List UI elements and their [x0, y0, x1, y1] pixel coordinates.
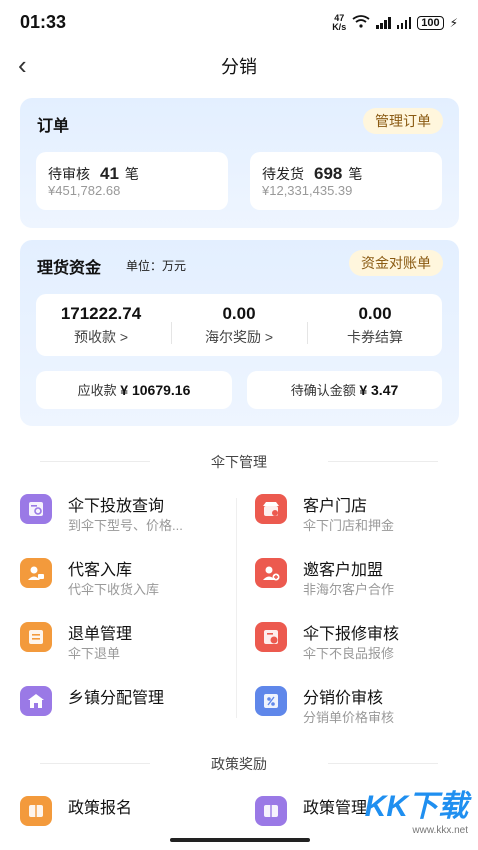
house-icon	[20, 686, 52, 716]
charging-icon: ⚡	[449, 16, 458, 30]
prepaid-col[interactable]: 171222.74 预收款 >	[36, 304, 166, 347]
menu-item-customer-store[interactable]: 客户门店 伞下门店和押金	[255, 492, 475, 542]
pending-ship-label: 待发货	[262, 166, 304, 182]
wifi-icon	[352, 15, 370, 31]
funds-card: 理货资金 单位：万元 资金对账单 171222.74 预收款 > 0.00 海尔奖励…	[20, 240, 459, 426]
funds-summary-box: 171222.74 预收款 > 0.00 海尔奖励 > 0.00 卡券结算	[36, 294, 442, 356]
pending-confirm-value: ¥ 3.47	[359, 382, 399, 398]
pending-ship-box[interactable]: 待发货 698 笔 ¥12,331,435.39	[250, 152, 442, 210]
signal-icon	[376, 17, 391, 29]
menu-item-price-review[interactable]: 分销价审核 分销单价格审核	[255, 684, 475, 734]
status-time: 01:33	[20, 12, 67, 32]
pending-ship-count: 698	[314, 164, 343, 183]
haier-reward-col[interactable]: 0.00 海尔奖励 >	[174, 304, 304, 347]
return-doc-icon	[20, 622, 52, 652]
status-bar: 01:33 47 K/s 100 ⚡	[0, 0, 478, 40]
menu-item-return-order[interactable]: 退单管理 伞下退单	[20, 620, 240, 670]
menu-item-invite-customer[interactable]: 邀客户加盟 非海尔客户合作	[255, 556, 475, 606]
menu-item-repair-review[interactable]: 伞下报修审核 伞下不良品报修	[255, 620, 475, 670]
pending-confirm-box[interactable]: 待确认金额 ¥ 3.47	[247, 371, 442, 409]
receivable-value: ¥ 10679.16	[120, 382, 191, 398]
battery-icon: 100	[417, 16, 444, 30]
menu-item-township-allocation[interactable]: 乡镇分配管理	[20, 684, 240, 734]
funds-unit: 单位：万元	[126, 259, 187, 273]
pending-review-label: 待审核	[48, 166, 90, 182]
policy-section-title: 政策奖励	[0, 754, 478, 774]
home-indicator[interactable]	[170, 838, 310, 842]
store-icon	[255, 494, 287, 524]
umbrella-section-title: 伞下管理	[0, 452, 478, 472]
manage-orders-button[interactable]: 管理订单	[363, 108, 443, 134]
fund-statement-button[interactable]: 资金对账单	[349, 250, 443, 276]
repair-doc-icon	[255, 622, 287, 652]
orders-title: 订单	[37, 118, 70, 135]
user-box-icon	[20, 558, 52, 588]
user-add-icon	[255, 558, 287, 588]
nav-header: ‹ 分销	[0, 44, 478, 84]
page-title: 分销	[221, 57, 257, 77]
pending-review-count: 41	[100, 164, 119, 183]
site-watermark: KK下载 www.kkx.net	[364, 790, 468, 836]
search-doc-icon	[20, 494, 52, 524]
menu-item-placement-query[interactable]: 伞下投放查询 到伞下型号、价格...	[20, 492, 240, 542]
pending-review-box[interactable]: 待审核 41 笔 ¥451,782.68	[36, 152, 228, 210]
policy-manage-icon	[255, 796, 287, 826]
pending-review-amount: ¥451,782.68	[48, 183, 121, 198]
net-speed: 47 K/s	[332, 13, 347, 32]
price-doc-icon	[255, 686, 287, 716]
orders-card: 订单 管理订单 待审核 41 笔 ¥451,782.68 待发货 698 笔 ¥12,3…	[20, 98, 459, 228]
pending-ship-amount: ¥12,331,435.39	[262, 183, 353, 198]
receivable-box[interactable]: 应收款 ¥ 10679.16	[36, 371, 232, 409]
policy-signup-icon	[20, 796, 52, 826]
menu-item-policy-signup[interactable]: 政策报名	[20, 794, 240, 844]
status-icons: 47 K/s 100 ⚡	[332, 14, 458, 32]
coupon-settle-col[interactable]: 0.00 卡券结算	[310, 304, 440, 347]
signal-icon-2	[396, 17, 412, 29]
funds-title: 理货资金	[37, 260, 102, 277]
menu-item-proxy-inbound[interactable]: 代客入库 代伞下收货入库	[20, 556, 240, 606]
